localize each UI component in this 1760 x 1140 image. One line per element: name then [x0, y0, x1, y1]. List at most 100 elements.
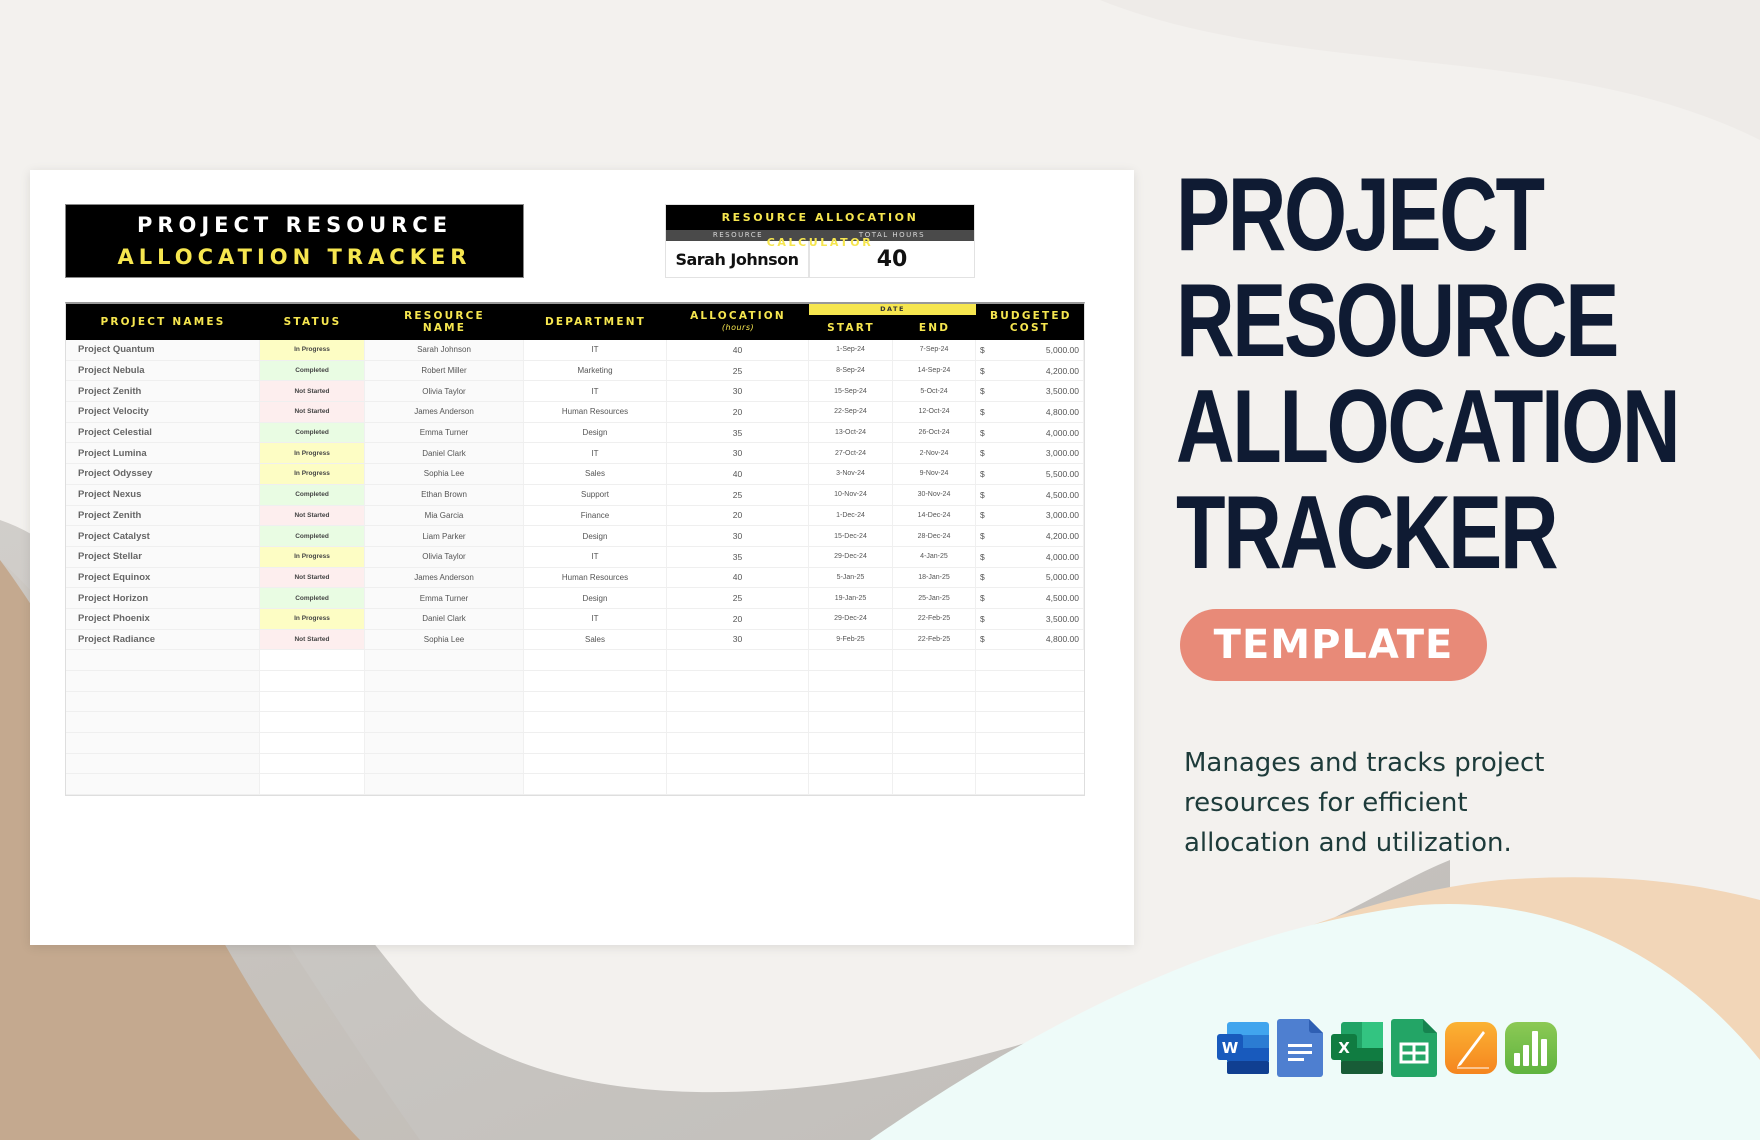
empty-cell[interactable] [893, 650, 976, 670]
empty-cell[interactable] [893, 774, 976, 795]
department-cell[interactable]: Sales [524, 629, 667, 650]
project-name-cell[interactable]: Project Zenith [66, 381, 260, 402]
empty-cell[interactable] [893, 733, 976, 753]
department-cell[interactable]: Finance [524, 505, 667, 526]
empty-cell[interactable] [66, 691, 260, 712]
resource-cell[interactable]: Emma Turner [365, 422, 524, 443]
status-cell[interactable]: Completed [260, 360, 365, 381]
resource-cell[interactable]: James Anderson [365, 567, 524, 588]
empty-cell[interactable] [893, 712, 976, 733]
end-date-cell[interactable]: 14-Dec-24 [893, 505, 976, 526]
empty-cell[interactable] [66, 753, 260, 774]
empty-cell[interactable] [809, 733, 893, 753]
project-name-cell[interactable]: Project Radiance [66, 629, 260, 650]
resource-cell[interactable]: Sophia Lee [365, 464, 524, 484]
status-cell[interactable]: In Progress [260, 340, 365, 360]
resource-cell[interactable]: Ethan Brown [365, 484, 524, 505]
resource-cell[interactable]: Sophia Lee [365, 629, 524, 650]
resource-cell[interactable]: Daniel Clark [365, 443, 524, 464]
status-cell[interactable]: Completed [260, 588, 365, 608]
empty-cell[interactable] [260, 733, 365, 753]
project-name-cell[interactable]: Project Equinox [66, 567, 260, 588]
end-date-cell[interactable]: 25-Jan-25 [893, 588, 976, 608]
empty-cell[interactable] [524, 650, 667, 670]
project-name-cell[interactable]: Project Catalyst [66, 526, 260, 546]
empty-cell[interactable] [260, 712, 365, 733]
start-date-cell[interactable]: 9-Feb-25 [809, 629, 893, 650]
empty-cell[interactable] [524, 712, 667, 733]
empty-cell[interactable] [809, 774, 893, 795]
start-date-cell[interactable]: 22-Sep-24 [809, 402, 893, 422]
status-cell[interactable]: Completed [260, 422, 365, 443]
allocation-hours-cell[interactable]: 30 [667, 526, 809, 546]
empty-cell[interactable] [893, 691, 976, 712]
end-date-cell[interactable]: 22-Feb-25 [893, 608, 976, 629]
allocation-hours-cell[interactable]: 30 [667, 443, 809, 464]
department-cell[interactable]: IT [524, 340, 667, 360]
empty-cell[interactable] [976, 754, 1084, 774]
department-cell[interactable]: IT [524, 546, 667, 567]
empty-cell[interactable] [809, 753, 893, 774]
start-date-cell[interactable]: 1-Sep-24 [809, 340, 893, 360]
project-name-cell[interactable]: Project Stellar [66, 546, 260, 567]
budgeted-cost-cell[interactable]: $4,500.00 [976, 588, 1084, 608]
project-name-cell[interactable]: Project Zenith [66, 505, 260, 526]
status-cell[interactable]: Completed [260, 526, 365, 546]
allocation-hours-cell[interactable]: 25 [667, 360, 809, 381]
project-name-cell[interactable]: Project Nexus [66, 484, 260, 505]
budgeted-cost-cell[interactable]: $4,200.00 [976, 526, 1084, 546]
end-date-cell[interactable]: 18-Jan-25 [893, 567, 976, 588]
empty-cell[interactable] [260, 671, 365, 691]
empty-cell[interactable] [976, 650, 1084, 670]
project-name-cell[interactable]: Project Quantum [66, 340, 260, 360]
start-date-cell[interactable]: 10-Nov-24 [809, 484, 893, 505]
empty-cell[interactable] [667, 671, 809, 691]
calculator-resource-input[interactable]: Sarah Johnson [666, 241, 810, 277]
department-cell[interactable]: IT [524, 443, 667, 464]
budgeted-cost-cell[interactable]: $3,500.00 [976, 381, 1084, 402]
status-cell[interactable]: Not Started [260, 567, 365, 588]
resource-cell[interactable]: Robert Miller [365, 360, 524, 381]
allocation-hours-cell[interactable]: 30 [667, 629, 809, 650]
project-name-cell[interactable]: Project Nebula [66, 360, 260, 381]
empty-cell[interactable] [893, 671, 976, 691]
empty-cell[interactable] [260, 691, 365, 712]
budgeted-cost-cell[interactable]: $5,500.00 [976, 464, 1084, 484]
end-date-cell[interactable]: 2-Nov-24 [893, 443, 976, 464]
start-date-cell[interactable]: 29-Dec-24 [809, 608, 893, 629]
empty-cell[interactable] [66, 774, 260, 795]
budgeted-cost-cell[interactable]: $4,500.00 [976, 484, 1084, 505]
end-date-cell[interactable]: 4-Jan-25 [893, 546, 976, 567]
department-cell[interactable]: Design [524, 588, 667, 608]
empty-cell[interactable] [893, 753, 976, 774]
empty-cell[interactable] [524, 691, 667, 712]
start-date-cell[interactable]: 15-Dec-24 [809, 526, 893, 546]
empty-cell[interactable] [524, 774, 667, 795]
empty-cell[interactable] [667, 733, 809, 753]
empty-cell[interactable] [365, 671, 524, 691]
budgeted-cost-cell[interactable]: $3,000.00 [976, 505, 1084, 526]
end-date-cell[interactable]: 22-Feb-25 [893, 629, 976, 650]
department-cell[interactable]: IT [524, 608, 667, 629]
status-cell[interactable]: Completed [260, 484, 365, 505]
department-cell[interactable]: Human Resources [524, 567, 667, 588]
status-cell[interactable]: Not Started [260, 381, 365, 402]
end-date-cell[interactable]: 12-Oct-24 [893, 402, 976, 422]
empty-cell[interactable] [365, 753, 524, 774]
department-cell[interactable]: IT [524, 381, 667, 402]
resource-cell[interactable]: Sarah Johnson [365, 340, 524, 360]
start-date-cell[interactable]: 13-Oct-24 [809, 422, 893, 443]
empty-cell[interactable] [667, 774, 809, 795]
empty-cell[interactable] [365, 712, 524, 733]
empty-cell[interactable] [66, 650, 260, 670]
end-date-cell[interactable]: 26-Oct-24 [893, 422, 976, 443]
project-name-cell[interactable]: Project Lumina [66, 443, 260, 464]
allocation-hours-cell[interactable]: 40 [667, 567, 809, 588]
status-cell[interactable]: In Progress [260, 464, 365, 484]
project-name-cell[interactable]: Project Odyssey [66, 464, 260, 484]
resource-cell[interactable]: Emma Turner [365, 588, 524, 608]
empty-cell[interactable] [809, 671, 893, 691]
empty-cell[interactable] [365, 733, 524, 753]
department-cell[interactable]: Design [524, 526, 667, 546]
empty-cell[interactable] [260, 753, 365, 774]
